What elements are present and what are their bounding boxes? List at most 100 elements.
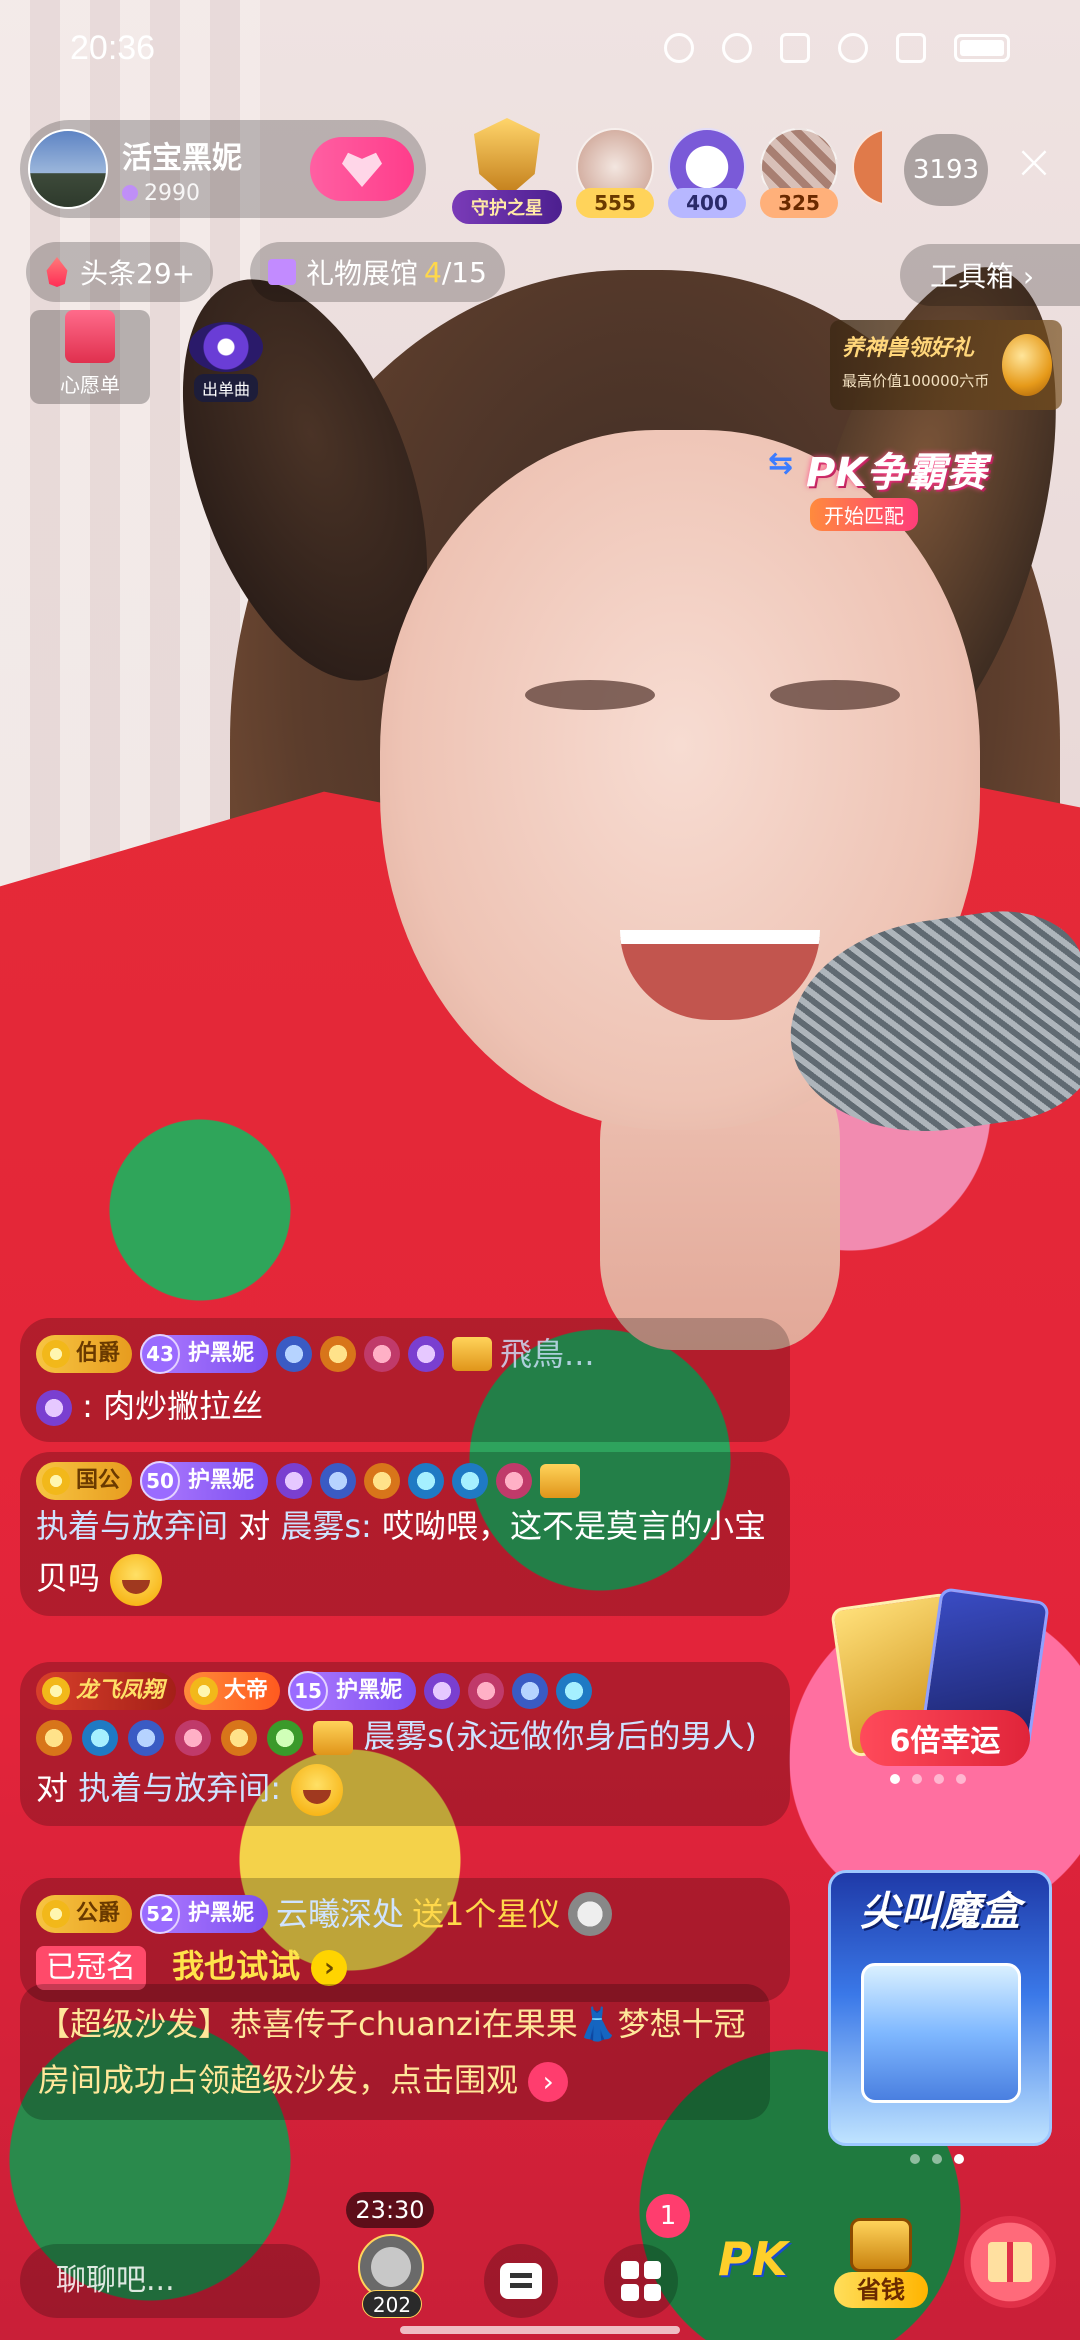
rank-avatar-2[interactable]: 400 [668, 128, 746, 220]
save-money-button[interactable]: 省钱 [830, 2210, 930, 2320]
gift-icon [988, 2242, 1032, 2282]
chat-target[interactable]: 晨雾s: [280, 1507, 371, 1545]
home-indicator[interactable] [400, 2326, 680, 2334]
host-score: 2990 [122, 181, 310, 206]
disc-icon [189, 322, 263, 372]
eye-left [525, 680, 655, 710]
host-info: 活宝黑妮 2990 [122, 133, 310, 206]
badge-row: 伯爵 43 护黑妮 飛鳥... [36, 1328, 774, 1380]
chat-username[interactable]: 晨雾s(永远做你身后的男人) [363, 1717, 757, 1755]
egg-icon [1002, 334, 1052, 396]
carousel-dots [910, 2154, 964, 2164]
wifi-icon [838, 33, 868, 63]
apps-button[interactable] [604, 2244, 678, 2318]
medal-icon [408, 1463, 445, 1499]
apps-badge: 1 [646, 2194, 690, 2238]
message-icon [500, 2263, 542, 2299]
chat-message[interactable]: 国公 50 护黑妮 执着与放弃间 对 晨雾s: 哎呦喂，这不是莫言的小宝贝吗 [20, 1452, 790, 1616]
score-icon [122, 185, 138, 201]
status-bar: 20:36 [0, 0, 1080, 96]
song-label: 出单曲 [193, 374, 258, 402]
headline-pill[interactable]: 头条29+ [26, 242, 214, 302]
user-icon [36, 1390, 72, 1426]
gift-text: 送1个星仪 [412, 1895, 561, 1933]
promo-banner[interactable]: 养神兽领好礼 最高价值100000六币 [830, 320, 1062, 410]
pk-title: PK争霸赛 [806, 450, 987, 496]
headline-label: 头条29+ [80, 257, 196, 290]
medal-icon [313, 1721, 354, 1755]
magic-box-widget[interactable]: 尖叫魔盒 [828, 1870, 1052, 2146]
chat-username[interactable]: 云曦深处 [276, 1888, 404, 1940]
chat-username[interactable]: 飛鳥... [500, 1328, 595, 1380]
host-avatar[interactable] [28, 129, 108, 209]
chevron-right-icon: › [311, 1950, 348, 1986]
pk-banner[interactable]: ⇆ PK争霸赛 开始匹配 [768, 440, 1000, 534]
rank-value: 555 [576, 188, 654, 218]
medal-icon [468, 1673, 505, 1709]
viewer-count[interactable]: 3193 [904, 134, 988, 206]
medal-icon [276, 1463, 313, 1499]
gift-hall-pill[interactable]: 礼物展馆 4/15 [250, 242, 505, 302]
headphone-icon [664, 33, 694, 63]
gift-thumbnail-icon [568, 1892, 613, 1936]
heart-plus-icon [342, 152, 382, 187]
host-info-pill[interactable]: 活宝黑妮 2990 [20, 120, 426, 218]
chat-input[interactable]: 聊聊吧... [20, 2244, 320, 2318]
medal-icon [452, 1337, 493, 1371]
status-time: 20:36 [70, 28, 156, 67]
level-badge: 国公 [36, 1462, 133, 1500]
carousel-dots [890, 1774, 966, 1784]
lucky-cards-widget[interactable]: 6倍幸运 [830, 1580, 1050, 1820]
close-icon[interactable]: × [1010, 138, 1058, 188]
follow-button[interactable] [310, 137, 414, 201]
rank-avatar-1[interactable]: 555 [576, 128, 654, 220]
level-badge: 大帝 [184, 1672, 281, 1710]
medal-icon [408, 1336, 445, 1372]
shield-icon [474, 118, 540, 198]
chat-message[interactable]: 伯爵 43 护黑妮 飛鳥... : 肉炒撇拉丝 [20, 1318, 790, 1442]
chat-username[interactable]: 执着与放弃间 [36, 1507, 228, 1545]
gift-button[interactable] [964, 2216, 1056, 2308]
guard-star-badge[interactable]: 守护之星 [452, 118, 562, 224]
fan-badge: 52 护黑妮 [140, 1894, 269, 1934]
gift-hall-label: 礼物展馆 [306, 257, 419, 290]
fan-badge: 43 护黑妮 [140, 1334, 269, 1374]
medal-icon [82, 1720, 119, 1756]
try-button[interactable]: 我也试试 › [172, 1947, 348, 1986]
pk-button[interactable]: PK [718, 2232, 787, 2286]
wishlist-icon [65, 310, 115, 363]
grid-icon [621, 2261, 661, 2301]
flame-icon [46, 257, 68, 287]
medal-icon [424, 1673, 461, 1709]
medal-icon [128, 1720, 165, 1756]
treasure-chest-icon [861, 1963, 1021, 2103]
timer-avatar[interactable]: 23:30 202 [346, 2192, 438, 2332]
chat-target[interactable]: 执着与放弃间: [78, 1769, 281, 1807]
rank-avatar-3[interactable]: 325 [760, 128, 838, 220]
medal-icon [540, 1464, 581, 1498]
song-button[interactable]: 出单曲 [180, 322, 272, 402]
medal-icon [320, 1463, 357, 1499]
toolbox-label: 工具箱 › [930, 260, 1035, 293]
message-button[interactable] [484, 2244, 558, 2318]
toolbox-button[interactable]: 工具箱 › [900, 244, 1080, 306]
lucky-label: 6倍幸运 [860, 1710, 1030, 1766]
level-badge: 公爵 [36, 1895, 133, 1933]
chevron-right-icon[interactable]: › [528, 2062, 569, 2102]
medal-icon [276, 1336, 313, 1372]
fan-badge: 50 护黑妮 [140, 1461, 269, 1501]
chat-content: 执着与放弃间 对 晨雾s: 哎呦喂，这不是莫言的小宝贝吗 [36, 1500, 774, 1606]
system-message[interactable]: 【超级沙发】恭喜传子chuanzi在果果👗梦想十冠房间成功占领超级沙发，点击围观… [20, 1984, 770, 2120]
wishlist-button[interactable]: 心愿单 [30, 310, 150, 404]
sim-icon [896, 33, 926, 63]
pk-start-button[interactable]: 开始匹配 [810, 498, 918, 531]
eye-right [770, 680, 900, 710]
chat-message[interactable]: 龙飞凤翔 大帝 15 护黑妮 晨雾s(永远做你身后的男人) 对 执着与放弃间: [20, 1662, 790, 1826]
gem-icon [42, 1340, 70, 1368]
treasure-chest-icon [850, 2218, 912, 2272]
rank-avatar-4-partial[interactable] [852, 128, 882, 220]
swap-icon: ⇆ [768, 446, 794, 481]
chat-content: 晨雾s(永远做你身后的男人) 对 执着与放弃间: [36, 1710, 774, 1816]
medal-icon [320, 1336, 357, 1372]
badge-row: 公爵 52 护黑妮 云曦深处 送1个星仪 [36, 1888, 774, 1940]
